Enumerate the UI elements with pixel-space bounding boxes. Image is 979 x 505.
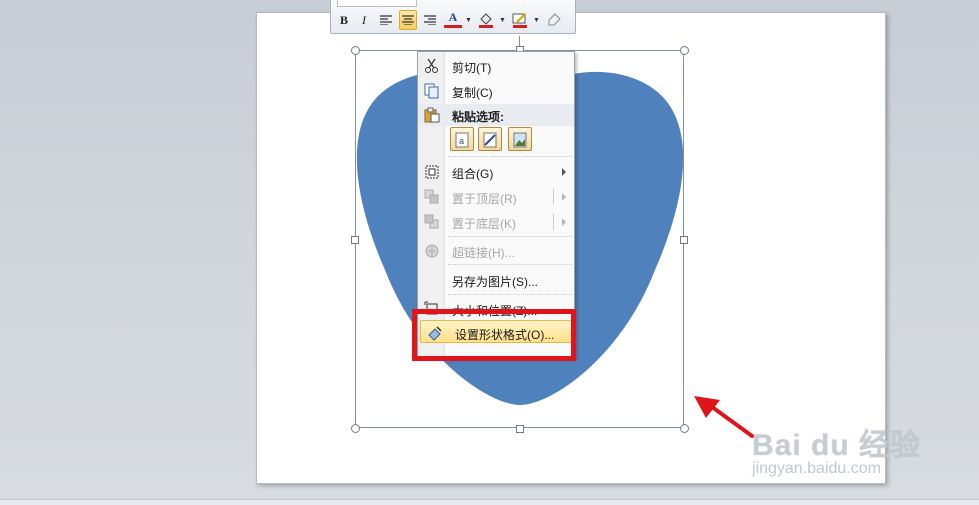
submenu-arrow-icon — [562, 218, 566, 226]
paste-use-destination-theme-icon[interactable]: a — [450, 127, 474, 151]
align-center-icon[interactable] — [399, 10, 417, 30]
menu-item-label: 另存为图片(S)... — [452, 275, 538, 289]
paste-keep-source-formatting-icon[interactable] — [478, 127, 502, 151]
menu-item-label: 组合(G) — [452, 167, 494, 181]
bring-to-front-icon — [424, 189, 439, 204]
submenu-split — [553, 188, 554, 205]
menu-item-bring-to-front[interactable]: 置于顶层(R) — [418, 185, 574, 208]
menu-separator — [448, 156, 572, 157]
menu-item-copy[interactable]: 复制(C) — [418, 79, 574, 102]
line-color-icon[interactable] — [511, 10, 529, 30]
menu-item-hyperlink[interactable]: 超链接(H)... — [418, 239, 574, 262]
font-color-dropdown-icon[interactable]: ▼ — [465, 17, 472, 24]
menu-separator — [448, 294, 572, 295]
menu-item-label: 剪切(T) — [452, 61, 492, 75]
resize-handle-right[interactable] — [680, 236, 688, 244]
fill-color-icon[interactable] — [477, 10, 495, 30]
annotation-arrow-icon — [694, 396, 754, 438]
group-icon — [425, 165, 439, 179]
format-painter-icon[interactable] — [545, 10, 563, 30]
font-name-field[interactable] — [337, 0, 417, 7]
copy-icon — [424, 83, 439, 99]
italic-icon[interactable]: I — [355, 10, 373, 30]
resize-handle-bottom-left[interactable] — [351, 424, 360, 433]
menu-item-label: 置于底层(K) — [452, 217, 516, 231]
submenu-arrow-icon — [562, 168, 566, 176]
menu-header-paste-options: 粘贴选项: — [418, 104, 574, 126]
paste-icon — [424, 107, 440, 123]
bold-icon[interactable]: B — [335, 10, 353, 30]
mini-toolbar: B I A ▼ ▼ ▼ — [330, 0, 576, 34]
watermark-logo: Bai du 经验 — [752, 429, 922, 462]
scissors-icon — [425, 58, 438, 73]
align-right-icon[interactable] — [421, 10, 439, 30]
annotation-highlight-box — [412, 309, 576, 361]
fill-color-dropdown-icon[interactable]: ▼ — [499, 17, 506, 24]
paste-picture-icon[interactable] — [508, 127, 532, 151]
menu-item-send-to-back[interactable]: 置于底层(K) — [418, 210, 574, 233]
submenu-split — [553, 213, 554, 230]
menu-header-label: 粘贴选项: — [452, 110, 504, 124]
status-strip — [0, 499, 979, 505]
send-to-back-icon — [424, 214, 439, 229]
hyperlink-icon — [425, 244, 439, 258]
menu-item-label: 复制(C) — [452, 86, 493, 100]
resize-handle-bottom-right[interactable] — [680, 424, 689, 433]
watermark-url: jingyan.baidu.com — [752, 460, 881, 477]
svg-text:a: a — [459, 136, 464, 146]
menu-item-label: 置于顶层(R) — [452, 192, 517, 206]
submenu-arrow-icon — [562, 193, 566, 201]
menu-separator — [448, 264, 572, 265]
align-left-icon[interactable] — [377, 10, 395, 30]
menu-item-save-as-picture[interactable]: 另存为图片(S)... — [418, 268, 574, 291]
menu-separator — [448, 236, 572, 237]
resize-handle-bottom[interactable] — [516, 425, 524, 433]
resize-handle-top-right[interactable] — [680, 46, 689, 55]
resize-handle-left[interactable] — [351, 236, 359, 244]
menu-item-group[interactable]: 组合(G) — [418, 160, 574, 183]
resize-handle-top-left[interactable] — [351, 46, 360, 55]
menu-item-label: 超链接(H)... — [452, 246, 515, 260]
font-color-icon[interactable]: A — [444, 10, 462, 28]
line-color-dropdown-icon[interactable]: ▼ — [533, 17, 540, 24]
menu-item-cut[interactable]: 剪切(T) — [418, 54, 574, 77]
